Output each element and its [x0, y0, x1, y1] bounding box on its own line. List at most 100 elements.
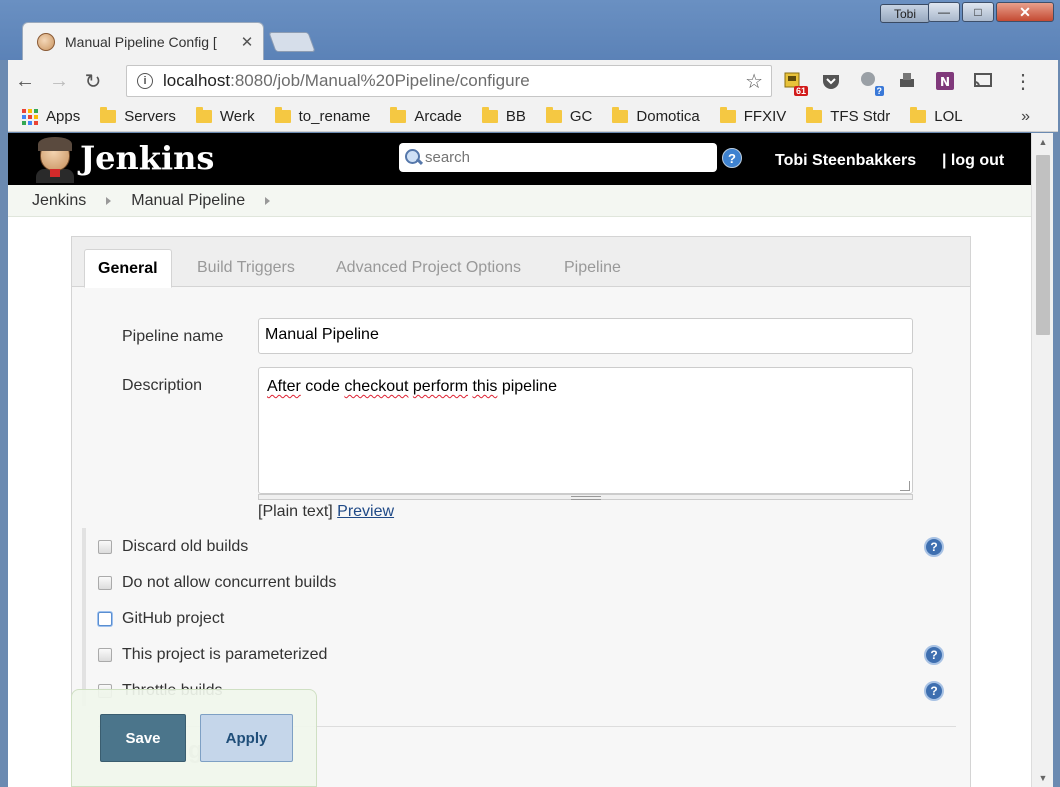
option-this-project-is-parameterized[interactable]: This project is parameterized	[98, 641, 327, 669]
bookmark-label: LOL	[934, 108, 963, 125]
jenkins-brand[interactable]: Jenkins	[80, 139, 214, 177]
title-bar: Tobi — □ ✕ Manual Pipeline Config [ ✕	[0, 0, 1060, 60]
option-label: Discard old builds	[122, 538, 249, 555]
bookmark-apps[interactable]: Apps	[22, 108, 80, 125]
bookmark-label: BB	[505, 108, 526, 125]
chat-extension-icon[interactable]: ?	[856, 68, 884, 96]
bookmark-to-rename[interactable]: to_rename	[274, 107, 370, 125]
tab-advanced-project-options[interactable]: Advanced Project Options	[323, 249, 534, 287]
bookmark-werk[interactable]: Werk	[195, 107, 255, 125]
description-textarea[interactable]: After code checkout perform this pipelin…	[258, 367, 913, 494]
minimize-button[interactable]: —	[928, 2, 960, 22]
pocket-icon[interactable]	[818, 68, 844, 94]
option-checkbox[interactable]	[98, 612, 112, 626]
jenkins-header: Jenkins ? Tobi Steenbakkers | log out	[8, 133, 1031, 185]
window-controls: — □ ✕	[928, 2, 1054, 22]
option-checkbox[interactable]	[98, 540, 112, 554]
breadcrumb-manual-pipeline[interactable]: Manual Pipeline	[131, 192, 245, 210]
bookmark-servers[interactable]: Servers	[100, 107, 176, 125]
maximize-button[interactable]: □	[962, 2, 994, 22]
breadcrumb-jenkins[interactable]: Jenkins	[32, 192, 86, 210]
folder-icon	[806, 107, 823, 123]
option-github-project[interactable]: GitHub project	[98, 605, 224, 633]
bookmark-label: TFS Stdr	[830, 108, 891, 125]
option-discard-old-builds[interactable]: Discard old builds	[98, 533, 248, 561]
scrollbar-thumb[interactable]	[1036, 155, 1050, 335]
bookmarks-bar: Apps Servers Werk to_rename Arcade BB GC Domoti…	[8, 102, 1058, 132]
svg-text:N: N	[940, 75, 950, 89]
print-extension-icon[interactable]	[894, 68, 920, 94]
search-box[interactable]	[399, 143, 717, 172]
scroll-up-icon[interactable]: ▲	[1032, 133, 1054, 151]
preview-link[interactable]: Preview	[337, 503, 394, 520]
notifier-extension-icon[interactable]: 61	[780, 68, 808, 96]
folder-icon	[390, 107, 407, 123]
config-tabbar: General Build Triggers Advanced Project …	[72, 237, 970, 288]
user-link[interactable]: Tobi Steenbakkers	[775, 152, 916, 170]
browser-menu-icon[interactable]: ⋮	[1008, 69, 1038, 94]
description-text: After code checkout perform this pipelin…	[267, 378, 557, 395]
bookmark-label: Apps	[46, 108, 81, 125]
bookmark-arcade[interactable]: Arcade	[390, 107, 462, 125]
onenote-icon[interactable]: N	[932, 68, 958, 94]
page-scrollbar[interactable]: ▲ ▼	[1031, 133, 1053, 787]
new-tab-button[interactable]	[268, 32, 316, 52]
browser-window: Tobi — □ ✕ Manual Pipeline Config [ ✕ ← …	[0, 0, 1060, 787]
jenkins-logo-icon[interactable]	[34, 137, 76, 183]
tab-pipeline[interactable]: Pipeline	[551, 249, 634, 287]
option-label: This project is parameterized	[122, 646, 328, 663]
site-info-icon[interactable]: i	[137, 73, 153, 89]
cast-icon[interactable]	[970, 68, 996, 94]
profile-button[interactable]: Tobi	[880, 4, 930, 23]
help-icon[interactable]: ?	[924, 681, 944, 701]
option-do-not-allow-concurrent-builds[interactable]: Do not allow concurrent builds	[98, 569, 336, 597]
back-icon[interactable]: ←	[8, 70, 42, 93]
textarea-drag-handle[interactable]	[258, 494, 913, 500]
save-button[interactable]: Save	[100, 714, 186, 762]
option-label: Do not allow concurrent builds	[122, 574, 337, 591]
bookmark-domotica[interactable]: Domotica	[612, 107, 700, 125]
extensions-area: 61 ? N ⋮	[780, 65, 1038, 97]
logout-link[interactable]: | log out	[942, 152, 1004, 170]
resize-grip-icon[interactable]	[900, 481, 910, 491]
bookmark-bb[interactable]: BB	[481, 107, 526, 125]
forward-icon[interactable]: →	[42, 70, 76, 93]
help-icon[interactable]: ?	[924, 537, 944, 557]
close-window-button[interactable]: ✕	[996, 2, 1054, 22]
bookmark-gc[interactable]: GC	[545, 107, 593, 125]
browser-tab[interactable]: Manual Pipeline Config [ ✕	[22, 22, 264, 60]
search-help-icon[interactable]: ?	[722, 148, 742, 168]
tab-build-triggers[interactable]: Build Triggers	[184, 249, 308, 287]
option-label: GitHub project	[122, 610, 225, 627]
bookmark-label: Servers	[124, 108, 176, 125]
breadcrumb-chevron-icon[interactable]	[265, 196, 271, 205]
bookmark-lol[interactable]: LOL	[910, 107, 963, 125]
scroll-down-icon[interactable]: ▼	[1032, 769, 1054, 787]
notifier-badge: 61	[793, 86, 808, 96]
search-input[interactable]	[425, 149, 705, 166]
bookmark-label: Domotica	[636, 108, 700, 125]
option-checkbox[interactable]	[98, 576, 112, 590]
format-note: [Plain text] Preview	[258, 503, 394, 521]
bookmark-star-icon[interactable]: ☆	[745, 69, 763, 94]
option-checkbox[interactable]	[98, 648, 112, 662]
help-icon[interactable]: ?	[924, 645, 944, 665]
breadcrumb-chevron-icon[interactable]	[106, 196, 112, 205]
apply-button[interactable]: Apply	[200, 714, 293, 762]
description-label: Description	[122, 377, 203, 394]
tab-close-icon[interactable]: ✕	[237, 33, 257, 51]
browser-toolbar: ← → ↻ i localhost:8080/job/Manual%20Pipe…	[8, 60, 1058, 102]
plain-text-label: [Plain text]	[258, 503, 333, 520]
bookmarks-overflow-icon[interactable]: »	[1021, 108, 1030, 126]
tab-title: Manual Pipeline Config [	[65, 33, 217, 50]
pipeline-name-input[interactable]: Manual Pipeline	[258, 318, 913, 354]
bookmark-label: FFXIV	[743, 108, 787, 125]
tab-general[interactable]: General	[84, 249, 172, 288]
address-bar[interactable]: i localhost:8080/job/Manual%20Pipeline/c…	[126, 65, 772, 97]
bookmark-label: Arcade	[414, 108, 462, 125]
bookmark-label: GC	[569, 108, 593, 125]
bookmark-ffxiv[interactable]: FFXIV	[719, 107, 787, 125]
bookmark-tfs-stdr[interactable]: TFS Stdr	[806, 107, 891, 125]
folder-icon	[274, 107, 291, 123]
reload-icon[interactable]: ↻	[76, 69, 110, 94]
